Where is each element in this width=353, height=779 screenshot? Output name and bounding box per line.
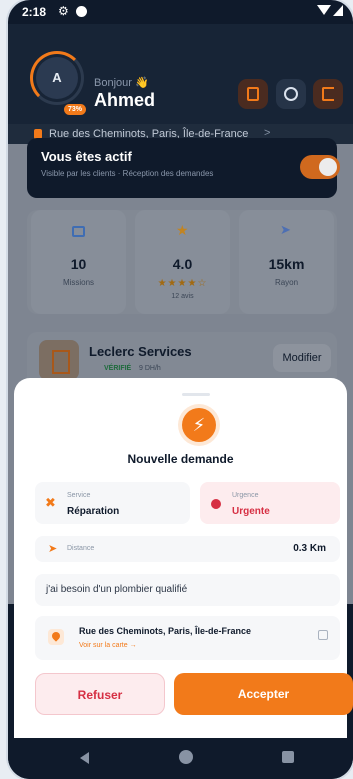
recent-apps-icon[interactable] [282, 751, 294, 763]
profile-completion-badge: 73% [64, 104, 87, 115]
building-icon [39, 340, 79, 380]
greeting-text: Bonjour 👋 [94, 77, 149, 89]
documents-button[interactable] [238, 79, 268, 109]
address-text: Rue des Cheminots, Paris, Île-de-France [79, 626, 252, 636]
logout-button[interactable] [313, 79, 343, 109]
home-icon[interactable] [179, 750, 193, 764]
sheet-title: Nouvelle demande [127, 452, 234, 466]
active-title: Vous êtes actif [41, 149, 132, 164]
service-label: Service [67, 492, 91, 499]
lightning-icon: ⚡ [182, 408, 216, 442]
navigation-arrow-icon: ➤ [48, 543, 58, 555]
back-icon[interactable] [80, 752, 89, 764]
hourly-rate: 9 DH/h [139, 365, 161, 372]
stat-value: 4.0 [172, 256, 193, 272]
stat-radius: ➤ 15km Rayon [239, 210, 334, 314]
briefcase-icon [72, 226, 85, 237]
active-status-card: Vous êtes actif Visible par les clients … [27, 138, 340, 198]
system-nav-bar [8, 738, 353, 779]
stat-value: 15km [268, 256, 305, 272]
view-map-link[interactable]: Voir sur la carte → [79, 642, 137, 649]
modify-button[interactable]: Modifier [273, 344, 331, 372]
urgency-label: Urgence [232, 492, 259, 499]
rating-stars: ★★★★☆ [157, 278, 208, 289]
company-name: Leclerc Services [89, 344, 192, 359]
stat-label: Rayon [274, 278, 299, 287]
distance-field: ➤ Distance 0.3 Km [35, 536, 340, 562]
accept-button[interactable]: Accepter [174, 673, 353, 715]
description-field: j'ai besoin d'un plombier qualifié [35, 574, 340, 606]
stat-value: 10 [70, 256, 87, 272]
address-field[interactable]: Rue des Cheminots, Paris, Île-de-France … [35, 616, 340, 660]
logout-icon [322, 87, 334, 101]
new-request-sheet: ⚡ Nouvelle demande ✖ Service Réparation … [14, 378, 353, 738]
star-icon: ★ [176, 222, 189, 238]
active-subtitle: Visible par les clients · Réception des … [41, 169, 214, 178]
notification-dot-icon [76, 6, 87, 17]
stat-label: Missions [62, 278, 95, 287]
stats-panel: 10 Missions ★ 4.0 ★★★★☆ 12 avis ➤ 15km R… [27, 210, 337, 314]
profile-header: A 73% Bonjour 👋 Ahmed [8, 24, 353, 124]
avatar[interactable]: A [36, 57, 78, 99]
sheet-drag-handle[interactable] [182, 393, 210, 396]
settings-button[interactable] [276, 79, 306, 109]
alert-icon [211, 499, 221, 509]
username: Ahmed [94, 90, 156, 110]
gear-icon [284, 87, 298, 101]
urgency-value: Urgente [232, 506, 270, 517]
navigation-icon: ➤ [280, 222, 291, 237]
urgency-field: Urgence Urgente [200, 482, 340, 524]
service-field: ✖ Service Réparation [35, 482, 190, 524]
map-pin-icon [48, 629, 64, 645]
description-text: j'ai besoin d'un plombier qualifié [46, 584, 188, 595]
distance-value: 0.3 Km [293, 543, 326, 554]
verified-badge: VÉRIFIÉ [104, 365, 132, 372]
phone-screen: 2:18 ⚙ A 73% Bonjour 👋 Ahmed Rue des Che… [8, 0, 353, 779]
active-toggle[interactable] [300, 155, 340, 179]
wifi-icon [317, 5, 331, 15]
distance-label: Distance [67, 545, 95, 552]
service-value: Réparation [67, 506, 120, 517]
tools-icon: ✖ [45, 495, 56, 510]
document-icon [247, 87, 259, 101]
settings-status-icon: ⚙ [58, 4, 69, 18]
refuse-button[interactable]: Refuser [35, 673, 165, 715]
signal-icon [333, 5, 343, 16]
external-link-icon[interactable] [318, 630, 328, 640]
stat-missions: 10 Missions [31, 210, 126, 314]
toggle-knob [319, 158, 337, 176]
review-count: 12 avis [171, 293, 194, 300]
status-time: 2:18 [22, 5, 47, 19]
status-bar: 2:18 ⚙ [8, 0, 353, 24]
stat-rating: ★ 4.0 ★★★★☆ 12 avis [135, 210, 230, 314]
